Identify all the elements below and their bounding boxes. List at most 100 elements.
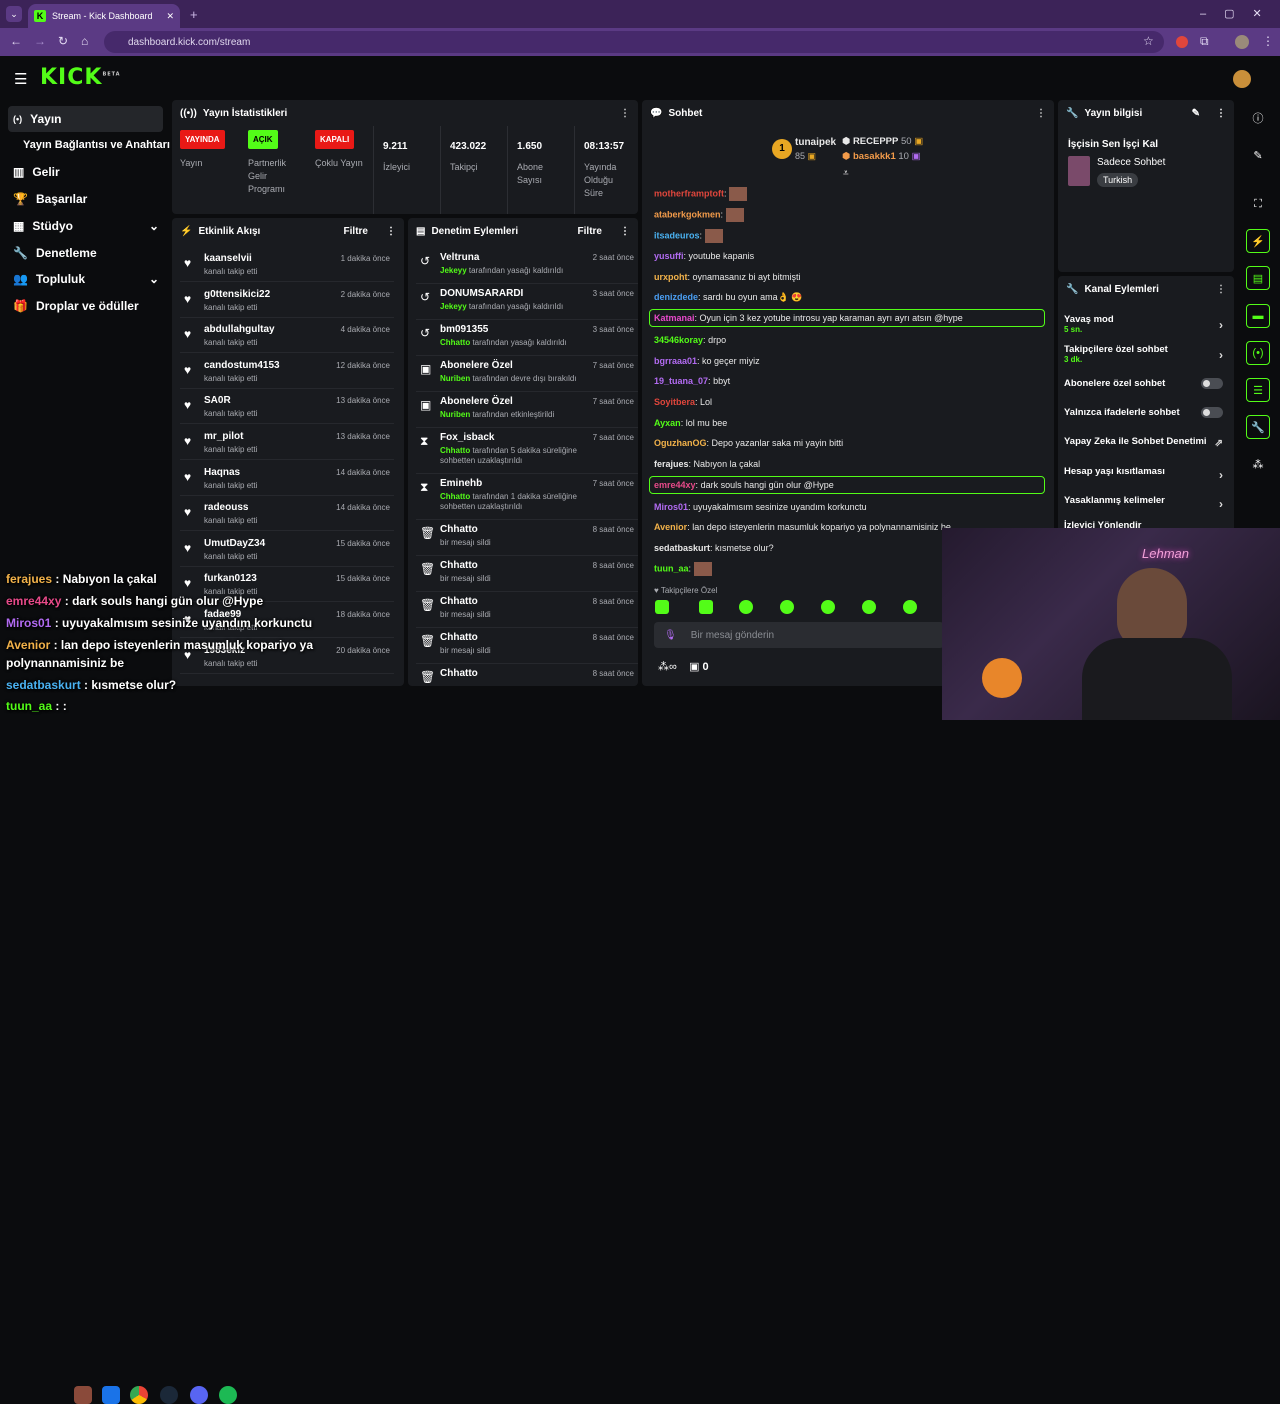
forward-icon[interactable]: → [34, 34, 46, 48]
more-options-icon[interactable]: ⋮ [1216, 284, 1226, 295]
moderation-target[interactable]: Eminehb [440, 478, 482, 489]
back-icon[interactable]: ← [10, 34, 22, 48]
chat-username[interactable]: ferajues [654, 459, 689, 469]
fullscreen-icon[interactable]: ⛶ [1246, 192, 1270, 216]
window-controls[interactable]: –▢✕ [1200, 7, 1280, 20]
follower-name[interactable]: radeouss [204, 502, 248, 513]
chrome-icon[interactable] [130, 1386, 148, 1404]
more-options-icon[interactable]: ⋮ [620, 226, 630, 237]
channel-action-row[interactable]: Takipçilere özel sohbet 3 dk. › [1064, 344, 1229, 364]
expand-pinned-icon[interactable]: ⩡ [843, 168, 849, 179]
edit-pencil-icon[interactable]: ✎ [1246, 143, 1270, 167]
outlook-icon[interactable] [102, 1386, 120, 1404]
chat-username[interactable]: sedatbaskurt [654, 543, 710, 553]
address-bar[interactable]: dashboard.kick.com/stream [104, 31, 1164, 53]
moderation-target[interactable]: Chhatto [440, 632, 478, 643]
tag-chip[interactable]: Turkish [1097, 173, 1139, 187]
new-tab-button[interactable]: + [190, 7, 198, 22]
moderation-target[interactable]: Abonelere Özel [440, 396, 513, 407]
user-avatar[interactable] [1233, 70, 1251, 88]
broadcast-icon[interactable]: (•) [1246, 341, 1270, 365]
info-icon[interactable]: ⓘ [1246, 106, 1270, 130]
channel-settings-icon[interactable]: ☰ [1246, 378, 1270, 402]
external-link-icon[interactable]: ⇗ [1215, 438, 1223, 449]
follower-name[interactable]: kaanselvii [204, 253, 252, 264]
list-item[interactable]: ↺ DONUMSARARDI Jekeyy tarafından yasağı ka… [416, 284, 638, 320]
emote-icon[interactable] [739, 600, 753, 614]
chat-username[interactable]: emre44xy [654, 480, 696, 490]
category-name[interactable]: Sadece Sohbet [1097, 157, 1165, 168]
filter-button[interactable]: Filtre [344, 226, 368, 237]
chat-username[interactable]: Ayxan [654, 418, 681, 428]
chat-bubble-icon[interactable]: ▬ [1246, 304, 1270, 328]
wrench-icon[interactable]: 🔧 [1246, 415, 1270, 439]
list-item[interactable]: 🗑 Chhatto bir mesajı sildi 8 saat önce [416, 628, 638, 664]
more-options-icon[interactable]: ⋮ [1216, 108, 1226, 119]
chat-username[interactable]: yusuffi [654, 251, 684, 261]
list-item[interactable]: 🗑 Chhatto bir mesajı sildi 8 saat önce [416, 520, 638, 556]
follower-name[interactable]: SA0R [204, 395, 231, 406]
list-item[interactable]: ↺ bm091355 Chhatto tarafından yasağı kaldı… [416, 320, 638, 356]
moderation-target[interactable]: Veltruna [440, 252, 479, 263]
moderation-target[interactable]: Chhatto [440, 668, 478, 679]
list-item[interactable]: ♥ UmutDayZ34 kanalı takip etti 15 dakika ön… [180, 533, 394, 567]
top-gifter-name[interactable]: tunaipek [795, 137, 836, 148]
channel-action-row[interactable]: Yasaklanmış kelimeler › [1064, 495, 1229, 511]
chevron-right-icon[interactable]: › [1219, 348, 1223, 362]
sidebar-item-basarilar[interactable]: 🏆 Başarılar [8, 186, 163, 212]
toggle-switch[interactable] [1201, 407, 1223, 418]
chevron-right-icon[interactable]: › [1219, 318, 1223, 332]
list-item[interactable]: ♥ mr_pilot kanalı takip etti 13 dakika önce [180, 426, 394, 460]
moderator-name[interactable]: Chhatto [440, 492, 470, 501]
channel-action-row[interactable]: Abonelere özel sohbet [1064, 378, 1229, 389]
sidebar-item-gelir[interactable]: ▥ Gelir [8, 159, 163, 185]
list-item[interactable]: ↺ Veltruna Jekeyy tarafından yasağı kaldır… [416, 248, 638, 284]
channel-action-row[interactable]: Yapay Zeka ile Sohbet Denetimi ⇗ [1064, 436, 1229, 449]
moderator-name[interactable]: Jekeyy [440, 302, 467, 311]
chat-username[interactable]: ataberkgokmen [654, 209, 721, 219]
app-thumbnail-icon[interactable] [74, 1386, 92, 1404]
sidebar-item-yayin[interactable]: (•) Yayın [8, 106, 163, 132]
spotify-icon[interactable] [219, 1386, 237, 1404]
channel-action-row[interactable]: Yalnızca ifadelerle sohbet [1064, 407, 1229, 418]
list-item[interactable]: ♥ candostum4153 kanalı takip etti 12 dakika… [180, 355, 394, 389]
chat-username[interactable]: Miros01 [654, 502, 688, 512]
chat-input[interactable]: 🎙 Bir mesaj gönderin [654, 622, 944, 648]
more-options-icon[interactable]: ⋮ [1036, 108, 1046, 119]
moderator-name[interactable]: Chhatto [440, 446, 470, 455]
document-icon[interactable]: ▤ [1246, 266, 1270, 290]
chat-username[interactable]: denizdede [654, 292, 698, 302]
follower-name[interactable]: furkan0123 [204, 573, 257, 584]
list-item[interactable]: ⧗ Eminehb Chhatto tarafından 1 dakika süre… [416, 474, 638, 520]
chat-username[interactable]: 34546koray [654, 335, 703, 345]
extension-icon[interactable] [1176, 36, 1188, 48]
reload-icon[interactable]: ↻ [58, 34, 68, 48]
moderator-name[interactable]: Jekeyy [440, 266, 467, 275]
list-item[interactable]: ⧗ Fox_isback Chhatto tarafından 5 dakika s… [416, 428, 638, 474]
more-options-icon[interactable]: ⋮ [386, 226, 396, 237]
chat-username[interactable]: Katmanai [654, 313, 695, 323]
moderation-target[interactable]: Chhatto [440, 560, 478, 571]
chat-username[interactable]: bgrraaa01 [654, 356, 697, 366]
microphone-icon[interactable]: 🎙 [664, 630, 677, 641]
emote-icon[interactable] [821, 600, 835, 614]
steam-icon[interactable] [160, 1386, 178, 1404]
chevron-right-icon[interactable]: › [1219, 497, 1223, 511]
moderator-name[interactable]: Nuriben [440, 410, 470, 419]
sidebar-item-stream-key[interactable]: Yayın Bağlantısı ve Anahtarı [18, 132, 173, 158]
browser-tab-active[interactable]: K Stream - Kick Dashboard ✕ [28, 4, 180, 28]
chat-username[interactable]: Avenior [654, 522, 687, 532]
lightning-icon[interactable]: ⚡ [1246, 229, 1270, 253]
moderation-target[interactable]: Fox_isback [440, 432, 494, 443]
follower-name[interactable]: abdullahgultay [204, 324, 275, 335]
gifter-2[interactable]: ⬢ RECEPPP 50 ▣ [842, 136, 923, 147]
moderation-target[interactable]: DONUMSARARDI [440, 288, 523, 299]
chat-username[interactable]: itsadeuros [654, 230, 700, 240]
moderation-target[interactable]: Chhatto [440, 524, 478, 535]
list-item[interactable]: ▣ Abonelere Özel Nuriben tarafından etkinl… [416, 392, 638, 428]
extensions-puzzle-icon[interactable]: ⧉ [1200, 34, 1209, 49]
list-item[interactable]: 🗑 Chhatto bir mesajı sildi 8 saat önce [416, 592, 638, 628]
moderator-name[interactable]: Chhatto [440, 338, 470, 347]
follower-name[interactable]: mr_pilot [204, 431, 243, 442]
discord-icon[interactable] [190, 1386, 208, 1404]
